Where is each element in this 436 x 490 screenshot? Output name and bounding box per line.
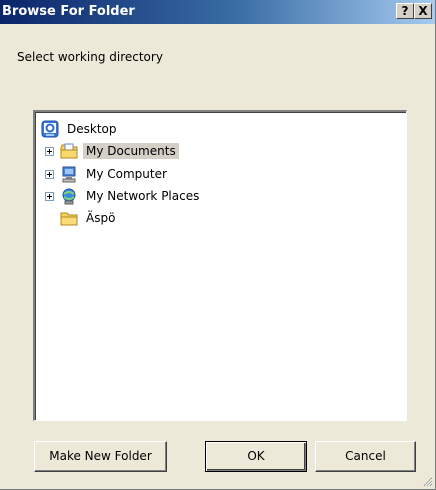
tree-item-label: Äspö [86, 211, 116, 225]
resize-grip-icon[interactable] [421, 475, 433, 487]
folder-icon [60, 209, 78, 227]
network-places-icon [60, 187, 78, 205]
my-documents-icon [60, 142, 78, 160]
tree-item-my-network-places[interactable]: My Network Places [45, 185, 202, 207]
browse-for-folder-dialog: Browse For Folder ? X Select working dir… [0, 0, 436, 490]
tree-item-desktop[interactable]: Desktop [41, 118, 120, 140]
my-computer-icon [60, 165, 78, 183]
instruction-text: Select working directory [17, 50, 163, 64]
expand-icon[interactable] [45, 169, 54, 179]
ok-button[interactable]: OK [205, 441, 307, 472]
desktop-icon [41, 120, 59, 138]
close-button[interactable]: X [414, 3, 432, 19]
make-new-folder-button[interactable]: Make New Folder [34, 441, 167, 472]
tree-item-my-documents[interactable]: My Documents [45, 140, 179, 162]
tree-item-label: My Computer [86, 167, 167, 181]
tree-item-label: My Network Places [86, 189, 200, 203]
expand-icon[interactable] [45, 146, 54, 156]
tree-item-label: My Documents [83, 143, 179, 159]
tree-item-my-computer[interactable]: My Computer [45, 163, 170, 185]
title-bar[interactable]: Browse For Folder ? X [0, 0, 435, 24]
expand-icon[interactable] [45, 191, 54, 201]
folder-tree[interactable]: Desktop My Documents My Computer My Netw… [33, 110, 407, 421]
tree-item-aspo[interactable]: Äspö [60, 207, 118, 229]
help-button[interactable]: ? [396, 3, 414, 19]
cancel-button[interactable]: Cancel [315, 441, 416, 472]
tree-item-label: Desktop [67, 122, 117, 136]
window-title: Browse For Folder [2, 4, 135, 19]
